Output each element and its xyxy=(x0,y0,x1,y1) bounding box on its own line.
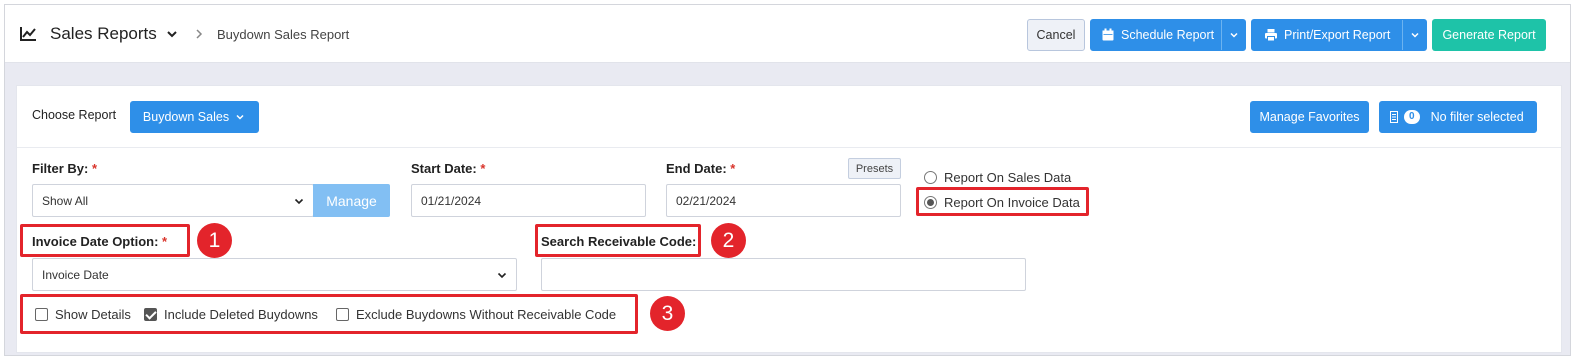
report-on-sales-label: Report On Sales Data xyxy=(944,170,1072,185)
choose-report-label: Choose Report xyxy=(32,108,117,122)
printer-icon xyxy=(1265,29,1277,42)
manage-filter-button[interactable]: Manage xyxy=(313,184,390,217)
chevron-right-icon xyxy=(196,29,203,39)
filter-by-label-text: Filter By: xyxy=(32,161,89,176)
chevron-down-icon xyxy=(1410,32,1419,38)
search-receivable-input[interactable] xyxy=(541,258,1026,291)
report-select-dropdown[interactable]: Buydown Sales xyxy=(130,101,259,133)
include-deleted-buydowns-label: Include Deleted Buydowns xyxy=(164,307,318,322)
report-select-label: Buydown Sales xyxy=(142,110,230,124)
calendar-icon xyxy=(1102,28,1114,41)
start-date-label: Start Date: * xyxy=(411,161,485,176)
print-dropdown-toggle[interactable] xyxy=(1402,20,1426,50)
show-details-label: Show Details xyxy=(55,307,131,322)
generate-report-button[interactable]: Generate Report xyxy=(1432,19,1546,51)
cancel-button[interactable]: Cancel xyxy=(1027,19,1085,51)
invoice-date-option-select[interactable]: Invoice Date xyxy=(32,258,517,291)
include-deleted-buydowns-checkbox[interactable]: Include Deleted Buydowns xyxy=(144,307,318,322)
filter-status-label: No filter selected xyxy=(1430,110,1524,124)
page-title: Sales Reports xyxy=(50,24,157,43)
end-date-label-text: End Date: xyxy=(666,161,727,176)
start-date-value: 01/21/2024 xyxy=(421,193,482,208)
required-mark: * xyxy=(480,161,486,176)
breadcrumb: Buydown Sales Report xyxy=(217,27,350,42)
required-mark: * xyxy=(730,161,736,176)
manage-favorites-label: Manage Favorites xyxy=(1259,110,1360,124)
schedule-report-button[interactable]: Schedule Report xyxy=(1090,19,1246,51)
radio-button[interactable] xyxy=(924,171,937,184)
checkbox[interactable] xyxy=(336,308,349,321)
invoice-date-option-value: Invoice Date xyxy=(42,267,109,282)
filter-by-value: Show All xyxy=(42,193,89,208)
app-window: Sales Reports Buydown Sales Report Cance… xyxy=(4,4,1571,356)
filter-count-badge: 0 xyxy=(1404,110,1420,124)
highlight-box xyxy=(20,224,190,257)
highlight-box xyxy=(916,187,1089,216)
required-mark: * xyxy=(91,161,98,176)
annotation-badge-3: 3 xyxy=(650,296,685,331)
annotation-badge-1: 1 xyxy=(197,223,232,258)
end-date-input[interactable]: 02/21/2024 xyxy=(666,184,901,217)
checkbox-checked[interactable] xyxy=(144,308,157,321)
chevron-down-icon[interactable] xyxy=(165,27,179,41)
filter-button[interactable]: 0 No filter selected xyxy=(1379,101,1537,133)
report-on-sales-radio[interactable]: Report On Sales Data xyxy=(924,170,1071,185)
chevron-down-icon xyxy=(1229,32,1238,38)
chevron-down-icon xyxy=(236,114,244,120)
print-export-button[interactable]: Print/Export Report xyxy=(1251,19,1427,51)
report-toolbar: Choose Report Buydown Sales Manage Favor… xyxy=(17,86,1561,148)
start-date-input[interactable]: 01/21/2024 xyxy=(411,184,646,217)
annotation-badge-2: 2 xyxy=(711,223,746,258)
page-header: Sales Reports Buydown Sales Report Cance… xyxy=(5,5,1570,63)
cancel-button-label: Cancel xyxy=(1036,28,1076,42)
schedule-dropdown-toggle[interactable] xyxy=(1221,20,1245,50)
checkbox[interactable] xyxy=(35,308,48,321)
presets-button[interactable]: Presets xyxy=(848,158,901,179)
manage-filter-label: Manage xyxy=(326,192,377,209)
report-card: Choose Report Buydown Sales Manage Favor… xyxy=(16,85,1562,353)
print-export-label: Print/Export Report xyxy=(1284,28,1391,42)
exclude-buydowns-checkbox[interactable]: Exclude Buydowns Without Receivable Code xyxy=(336,307,616,322)
schedule-report-label: Schedule Report xyxy=(1121,28,1215,42)
exclude-buydowns-label: Exclude Buydowns Without Receivable Code xyxy=(356,307,617,322)
end-date-value: 02/21/2024 xyxy=(676,193,737,208)
filter-list-icon xyxy=(1390,111,1398,123)
start-date-label-text: Start Date: xyxy=(411,161,477,176)
chevron-down-icon xyxy=(294,198,304,205)
highlight-box xyxy=(535,224,701,257)
chevron-down-icon xyxy=(497,272,507,279)
show-details-checkbox[interactable]: Show Details xyxy=(35,307,131,322)
generate-report-label: Generate Report xyxy=(1442,28,1536,42)
filter-by-select[interactable]: Show All xyxy=(32,184,314,217)
filter-by-label: Filter By: * xyxy=(32,161,97,176)
end-date-label: End Date: * xyxy=(666,161,735,176)
presets-label: Presets xyxy=(855,162,894,175)
line-chart-icon xyxy=(20,27,36,41)
manage-favorites-button[interactable]: Manage Favorites xyxy=(1250,101,1369,133)
